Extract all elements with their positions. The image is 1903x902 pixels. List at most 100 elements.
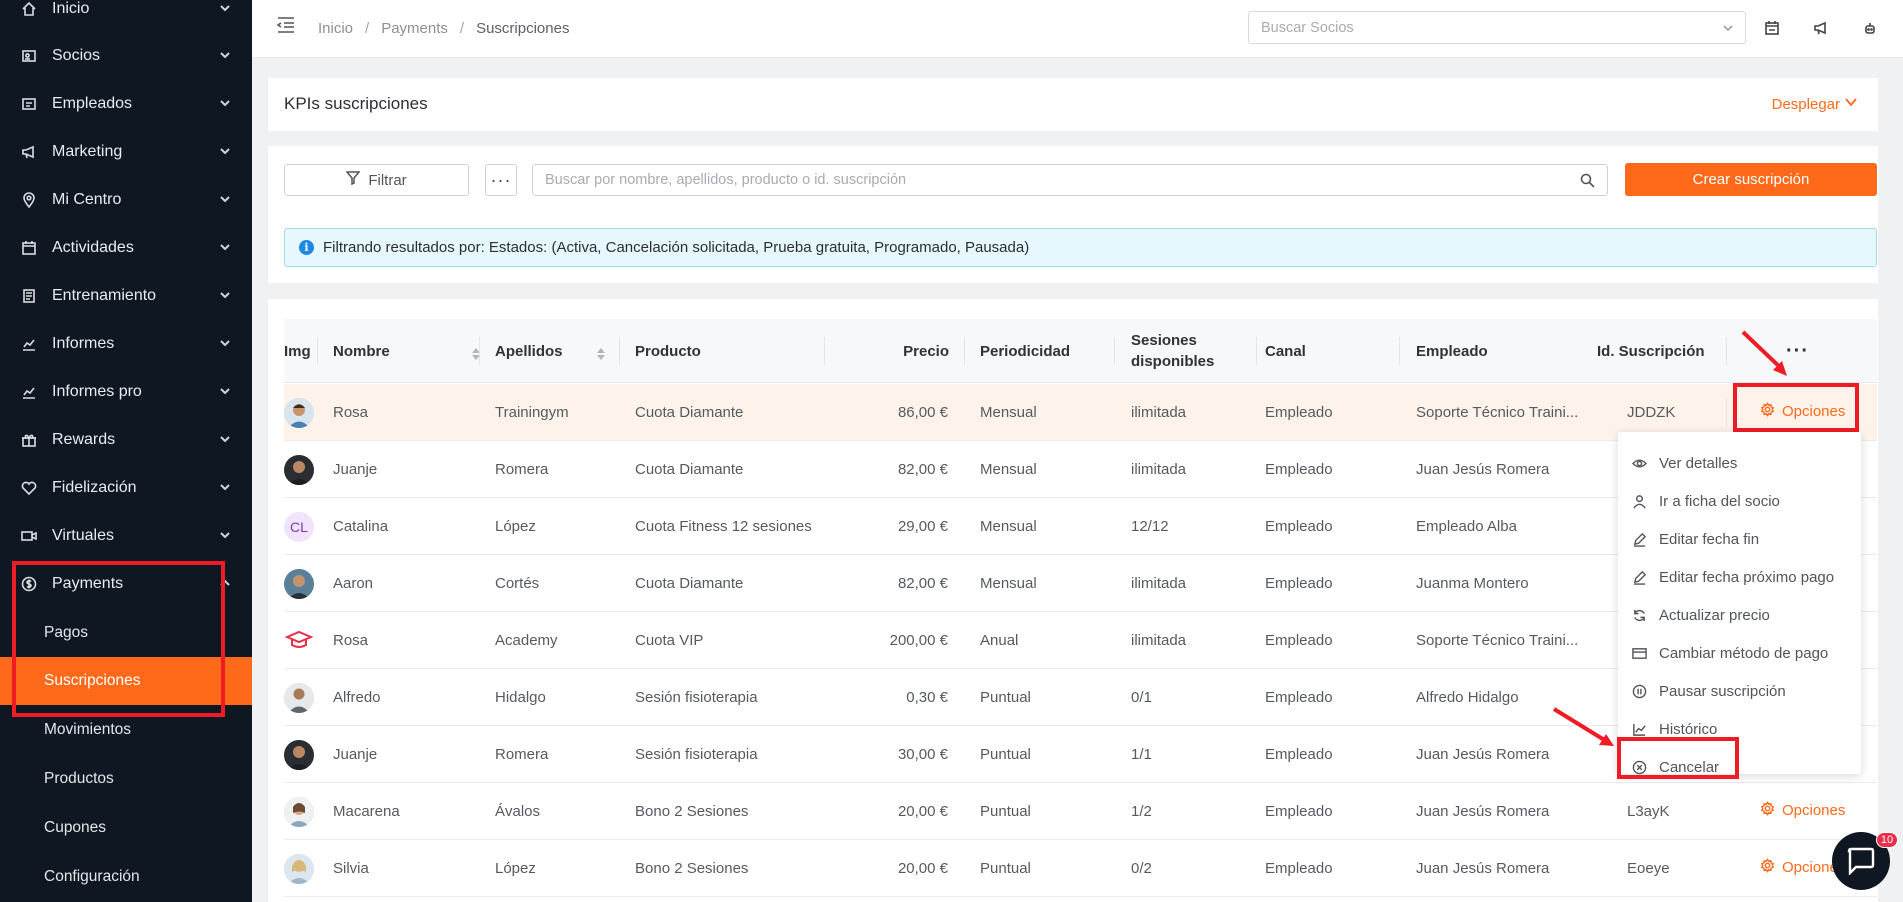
pencil-icon: [1633, 532, 1647, 547]
search-icon: [1580, 173, 1595, 188]
info-icon: i: [299, 240, 314, 255]
calendar-check-icon[interactable]: [1764, 20, 1780, 36]
chevron-down-icon: [218, 240, 232, 254]
cell-precio: 82,00 €: [897, 461, 948, 478]
chevron-down-icon: [218, 288, 232, 302]
credit-card-icon: [1632, 647, 1647, 659]
member-search-select[interactable]: Buscar Socios: [1248, 11, 1746, 44]
cell-empleado: Soporte Técnico Traini...: [1416, 404, 1579, 421]
filter-button[interactable]: Filtrar: [284, 164, 469, 196]
cell-precio: 30,00 €: [897, 746, 948, 763]
menu-item-cambiar-metodo-pago[interactable]: Cambiar método de pago: [1618, 634, 1861, 672]
menu-toggle-icon[interactable]: [276, 16, 296, 34]
location-icon: [20, 191, 38, 209]
column-divider: [1114, 337, 1115, 365]
cell-apellidos: Academy: [495, 632, 558, 649]
cell-canal: Empleado: [1265, 404, 1333, 421]
cell-periodicidad: Mensual: [980, 518, 1037, 535]
chevron-down-icon: [218, 528, 232, 542]
avatar: [284, 683, 314, 713]
menu-item-pausar-suscripcion[interactable]: Pausar suscripción: [1618, 672, 1861, 710]
column-divider: [1726, 337, 1727, 365]
cell-empleado: Juan Jesús Romera: [1416, 860, 1550, 877]
filter-info-banner: i Filtrando resultados por: Estados: (Ac…: [284, 228, 1877, 267]
sidebar-item-marketing[interactable]: Marketing: [0, 128, 252, 176]
sidebar-subitem-configuracion[interactable]: Configuración: [0, 853, 252, 901]
menu-item-label: Editar fecha próximo pago: [1659, 568, 1835, 586]
breadcrumb-suscripciones: Suscripciones: [476, 20, 570, 37]
cell-precio: 20,00 €: [897, 860, 948, 877]
sidebar-item-mi-centro[interactable]: Mi Centro: [0, 176, 252, 224]
menu-item-ver-detalles[interactable]: Ver detalles: [1618, 444, 1861, 482]
avatar: CL: [284, 512, 314, 542]
sidebar-item-label: Inicio: [52, 0, 90, 17]
cell-producto: Sesión fisioterapia: [635, 689, 758, 706]
megaphone-icon[interactable]: [1813, 20, 1829, 36]
robot-icon[interactable]: [1862, 20, 1878, 36]
cell-sesiones: 0/2: [1131, 860, 1152, 877]
menu-item-actualizar-precio[interactable]: Actualizar precio: [1618, 596, 1861, 634]
breadcrumb-payments[interactable]: Payments: [381, 20, 448, 37]
menu-item-editar-fecha-proximo-pago[interactable]: Editar fecha próximo pago: [1618, 558, 1861, 596]
cell-empleado: Juan Jesús Romera: [1416, 746, 1550, 763]
cell-producto: Sesión fisioterapia: [635, 746, 758, 763]
sidebar-item-label: Informes: [52, 335, 115, 352]
sidebar-item-fidelizacion[interactable]: Fidelización: [0, 464, 252, 512]
chevron-down-icon: [218, 1, 232, 15]
cell-periodicidad: Puntual: [980, 689, 1031, 706]
avatar: [284, 398, 314, 428]
cell-producto: Cuota VIP: [635, 632, 704, 649]
sidebar-item-label: Actividades: [52, 239, 134, 256]
sidebar-item-entrenamiento[interactable]: Entrenamiento: [0, 272, 252, 320]
sidebar-item-informes[interactable]: Informes: [0, 320, 252, 368]
kpi-panel: KPIs suscripciones Desplegar: [268, 78, 1878, 131]
graduation-cap-icon: [285, 630, 313, 648]
sidebar-item-socios[interactable]: Socios: [0, 32, 252, 80]
cell-periodicidad: Puntual: [980, 746, 1031, 763]
cell-nombre: Juanje: [333, 746, 378, 763]
video-icon: [20, 527, 38, 545]
table-row[interactable]: Silvia López Bono 2 Sesiones 20,00 € Pun…: [284, 840, 1877, 897]
filter-icon: [345, 171, 361, 189]
gear-icon: [1760, 801, 1775, 820]
sidebar-item-informes-pro[interactable]: Informes pro: [0, 368, 252, 416]
sidebar-item-actividades[interactable]: Actividades: [0, 224, 252, 272]
cell-nombre: Alfredo: [333, 689, 381, 706]
sidebar-subitem-cupones[interactable]: Cupones: [0, 804, 252, 852]
subscription-search-input[interactable]: Buscar por nombre, apellidos, producto o…: [532, 164, 1608, 196]
chevron-down-icon: [218, 384, 232, 398]
pencil-icon: [1633, 570, 1647, 585]
table-row[interactable]: Macarena Ávalos Bono 2 Sesiones 20,00 € …: [284, 783, 1877, 840]
gear-icon: [1760, 858, 1775, 877]
cell-nombre: Silvia: [333, 860, 369, 877]
sort-icon: [596, 345, 605, 360]
more-options-button[interactable]: ···: [485, 164, 517, 196]
column-header-nombre[interactable]: Nombre: [333, 319, 480, 383]
pause-icon: [1632, 684, 1647, 698]
sidebar-subitem-productos[interactable]: Productos: [0, 755, 252, 803]
sidebar-item-inicio[interactable]: Inicio: [0, 0, 252, 33]
chart-line-icon: [20, 335, 38, 353]
options-dropdown-menu: Ver detalles Ir a ficha del socio Editar…: [1618, 432, 1861, 776]
create-subscription-button[interactable]: Crear suscripción: [1625, 163, 1877, 196]
column-header-apellidos[interactable]: Apellidos: [495, 319, 605, 383]
sidebar-item-rewards[interactable]: Rewards: [0, 416, 252, 464]
member-search-placeholder: Buscar Socios: [1261, 19, 1354, 36]
menu-item-ir-ficha-socio[interactable]: Ir a ficha del socio: [1618, 482, 1861, 520]
row-options-button[interactable]: Opciones: [1760, 801, 1845, 820]
sidebar-item-empleados[interactable]: Empleados: [0, 80, 252, 128]
menu-item-editar-fecha-fin[interactable]: Editar fecha fin: [1618, 520, 1861, 558]
cell-periodicidad: Mensual: [980, 404, 1037, 421]
breadcrumb-inicio[interactable]: Inicio: [318, 20, 353, 37]
sidebar-item-label: Fidelización: [52, 479, 137, 496]
chevron-down-icon: [218, 432, 232, 446]
cell-nombre: Rosa: [333, 404, 369, 421]
sidebar-item-virtuales[interactable]: Virtuales: [0, 512, 252, 560]
chevron-down-icon: [218, 48, 232, 62]
avatar: [284, 740, 314, 770]
avatar: [284, 455, 314, 485]
sidebar-item-label: Socios: [52, 47, 101, 64]
sidebar-item-label: Mi Centro: [52, 191, 122, 208]
kpi-expand-button[interactable]: Desplegar: [1772, 95, 1858, 113]
column-header-empleado: Empleado: [1416, 342, 1488, 360]
